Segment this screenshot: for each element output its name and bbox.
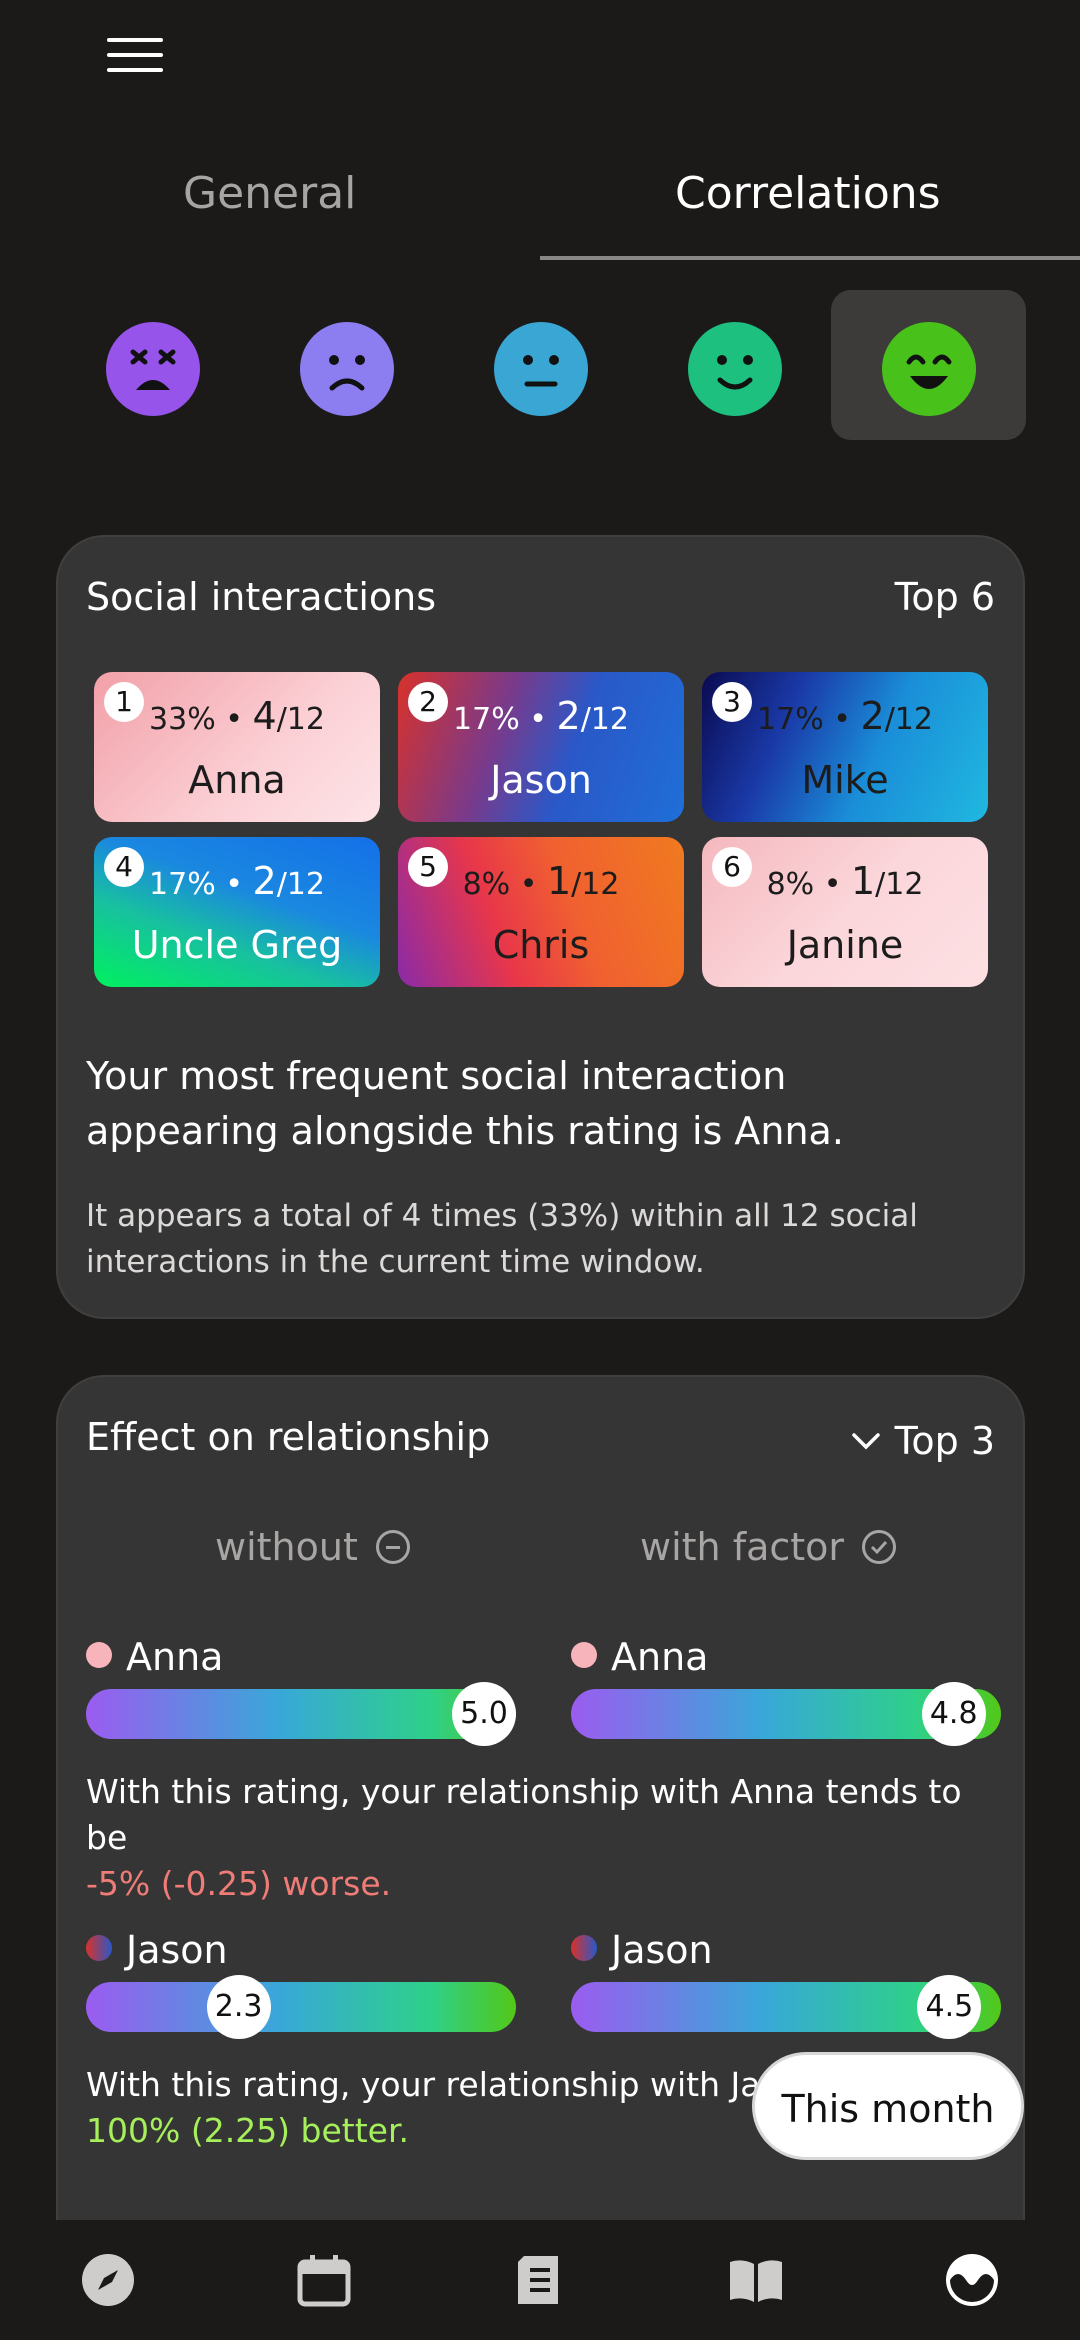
- tile-name: Mike: [801, 758, 889, 802]
- without-bar: 5.0: [86, 1682, 516, 1746]
- social-tile[interactable]: 1 33% • 4/12 Anna: [94, 672, 380, 822]
- tile-stat: 17% • 2/12: [149, 859, 325, 903]
- with-bar: 4.5: [571, 1975, 1001, 2039]
- entries-icon[interactable]: [510, 2250, 570, 2310]
- top-count-dropdown[interactable]: Top 3: [851, 1415, 995, 1463]
- social-tile[interactable]: 6 8% • 1/12 Janine: [702, 837, 988, 987]
- color-dot: [86, 1935, 112, 1961]
- mood-rad-icon[interactable]: [882, 322, 976, 416]
- tile-stat: 8% • 1/12: [462, 859, 620, 903]
- person-label: Jason: [571, 1928, 713, 1972]
- tab-bar: General Correlations: [0, 150, 1080, 262]
- with-factor-header: with factor: [640, 1525, 897, 1569]
- compass-icon[interactable]: [78, 2250, 138, 2310]
- person-label: Anna: [571, 1635, 708, 1679]
- tab-indicator: [540, 256, 1080, 260]
- tile-name: Jason: [490, 758, 592, 802]
- without-value: 2.3: [206, 1975, 271, 2039]
- color-dot: [86, 1642, 112, 1668]
- with-value: 4.8: [921, 1682, 986, 1746]
- mood-meh-icon[interactable]: [494, 322, 588, 416]
- tile-stat: 17% • 2/12: [757, 694, 933, 738]
- check-circle-icon: [862, 1530, 897, 1564]
- tile-name: Janine: [786, 923, 904, 967]
- bottom-nav: [0, 2220, 1080, 2340]
- mood-awful-icon[interactable]: [106, 322, 200, 416]
- top-count[interactable]: Top 6: [895, 575, 995, 619]
- calendar-icon[interactable]: [294, 2250, 354, 2310]
- with-bar: 4.8: [571, 1682, 1001, 1746]
- effect-change: 100% (2.25) better.: [86, 2111, 410, 2150]
- minus-circle-icon: [375, 1530, 410, 1564]
- social-interactions-card: Social interactions Top 6 1 33% • 4/12 A…: [56, 535, 1025, 1319]
- tile-stat: 17% • 2/12: [453, 694, 629, 738]
- tile-name: Uncle Greg: [131, 923, 343, 967]
- color-dot: [571, 1935, 597, 1961]
- top-count: Top 3: [894, 1419, 995, 1463]
- book-icon[interactable]: [726, 2250, 786, 2310]
- social-tile[interactable]: 2 17% • 2/12 Jason: [398, 672, 684, 822]
- person-label: Anna: [86, 1635, 223, 1679]
- tab-correlations[interactable]: Correlations: [675, 168, 941, 219]
- mood-bad-icon[interactable]: [300, 322, 394, 416]
- mood-good-icon[interactable]: [688, 322, 782, 416]
- effect-on-relationship-card: Effect on relationship Top 3 without wit…: [56, 1375, 1025, 2315]
- tile-name: Chris: [492, 923, 590, 967]
- chevron-down-icon: [851, 1415, 881, 1459]
- social-tile[interactable]: 4 17% • 2/12 Uncle Greg: [94, 837, 380, 987]
- summary-text: Your most frequent social interaction ap…: [86, 1054, 844, 1153]
- time-window-button[interactable]: This month: [752, 2052, 1024, 2160]
- social-tile[interactable]: 5 8% • 1/12 Chris: [398, 837, 684, 987]
- social-tile[interactable]: 3 17% • 2/12 Mike: [702, 672, 988, 822]
- effect-change: -5% (-0.25) worse.: [86, 1864, 392, 1903]
- tile-name: Anna: [188, 758, 286, 802]
- without-header: without: [215, 1525, 410, 1569]
- menu-icon[interactable]: [107, 38, 163, 72]
- card-title: Social interactions: [86, 575, 437, 619]
- with-value: 4.5: [917, 1975, 982, 2039]
- effect-text: With this rating, your relationship with…: [86, 1772, 962, 1903]
- tab-general[interactable]: General: [183, 168, 356, 219]
- without-value: 5.0: [452, 1682, 516, 1746]
- color-dot: [571, 1642, 597, 1668]
- stats-icon[interactable]: [942, 2250, 1002, 2310]
- detail-text: It appears a total of 4 times (33%) with…: [86, 1198, 918, 1280]
- tile-stat: 8% • 1/12: [766, 859, 924, 903]
- without-bar: 2.3: [86, 1975, 516, 2039]
- tile-stat: 33% • 4/12: [149, 694, 325, 738]
- person-label: Jason: [86, 1928, 228, 1972]
- card-title: Effect on relationship: [86, 1415, 491, 1459]
